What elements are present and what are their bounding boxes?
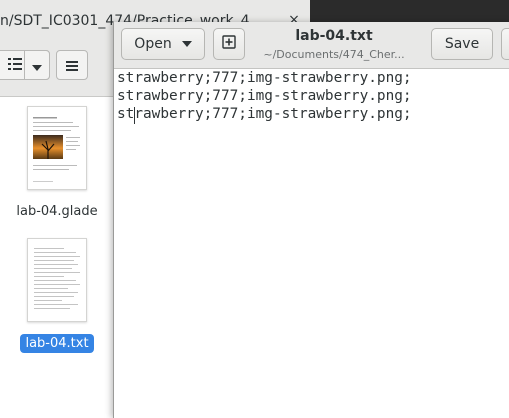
new-document-button[interactable] <box>213 28 245 60</box>
new-document-icon <box>222 35 236 53</box>
editor-header-bar: Open lab-04.txt ~/Documents/474_Cher... … <box>114 22 509 69</box>
text-line-1: strawberry;777;img-strawberry.png; <box>117 70 412 86</box>
chevron-down-icon <box>32 56 42 75</box>
document-title: lab-04.txt <box>295 28 373 44</box>
document-path-subtitle: ~/Documents/474_Cher... <box>263 48 405 61</box>
view-options-button[interactable] <box>24 50 50 80</box>
chevron-down-icon <box>181 41 192 47</box>
text-editor-area[interactable]: strawberry;777;img-strawberry.png; straw… <box>114 69 509 418</box>
save-button-label: Save <box>444 36 480 52</box>
glade-thumbnail <box>27 106 87 190</box>
menu-button[interactable] <box>56 50 88 80</box>
editor-menu-button[interactable] <box>501 28 509 60</box>
file-item-glade[interactable]: lab-04.glade <box>7 106 107 221</box>
file-name-label: lab-04.glade <box>16 204 98 219</box>
save-button[interactable]: Save <box>431 28 493 60</box>
text-line-2: strawberry;777;img-strawberry.png; <box>117 88 412 104</box>
text-line-3: strawberry;777;img-strawberry.png; <box>117 106 412 122</box>
open-button[interactable]: Open <box>121 28 205 60</box>
file-name-label-selected: lab-04.txt <box>20 334 94 353</box>
open-button-label: Open <box>134 36 172 52</box>
hamburger-menu-icon <box>66 56 78 75</box>
file-item-txt[interactable]: lab-04.txt <box>7 238 107 353</box>
text-editor-window: Open lab-04.txt ~/Documents/474_Cher... … <box>113 22 509 418</box>
text-cursor <box>134 107 135 124</box>
txt-thumbnail <box>27 238 87 322</box>
file-manager-toolbar <box>0 50 110 82</box>
